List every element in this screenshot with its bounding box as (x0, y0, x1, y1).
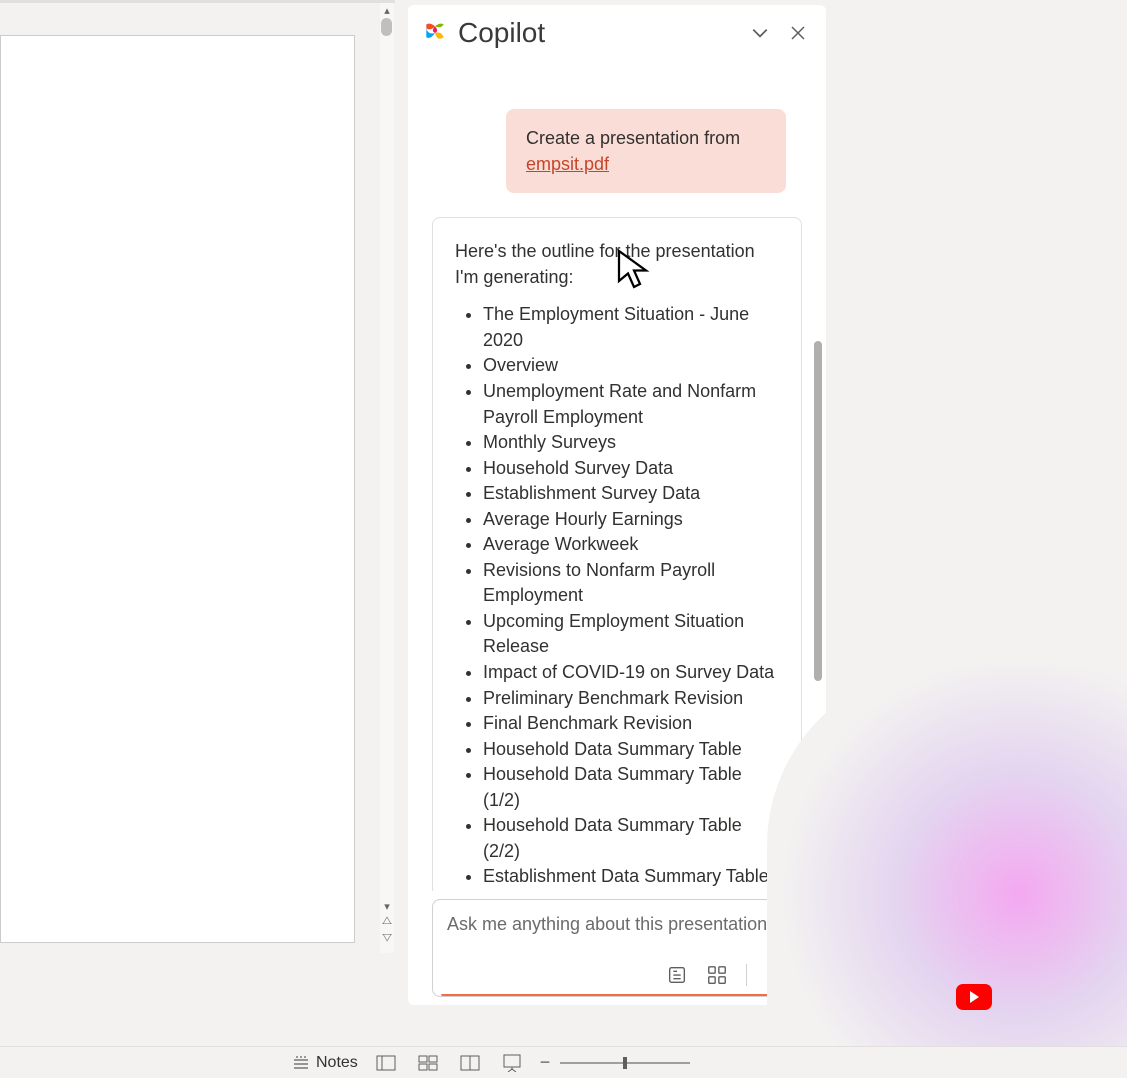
list-item: Impact of COVID-19 on Survey Data (483, 660, 779, 686)
chevron-down-icon (751, 24, 769, 42)
scroll-down-icon[interactable]: ▾ (384, 900, 390, 913)
reading-view-button[interactable] (458, 1053, 482, 1073)
notes-button[interactable]: Notes (292, 1054, 358, 1072)
slide-canvas[interactable] (0, 35, 355, 943)
zoom-slider[interactable] (560, 1062, 690, 1064)
zoom-slider-thumb[interactable] (623, 1057, 627, 1069)
view-buttons (374, 1053, 524, 1073)
list-item: Employment by Selected Industry (483, 890, 779, 891)
close-icon (790, 25, 806, 41)
webcam-overlay (767, 666, 1127, 1046)
list-item: Overview (483, 353, 779, 379)
list-item: Revisions to Nonfarm Payroll Employment (483, 558, 779, 609)
chat-input[interactable] (447, 914, 787, 935)
ai-intro-text: Here's the outline for the presentation … (455, 238, 779, 290)
toolbar-divider (746, 964, 747, 986)
status-bar: Notes − (0, 1046, 1127, 1078)
slide-sorter-button[interactable] (416, 1053, 440, 1073)
list-item: Final Benchmark Revision (483, 711, 779, 737)
list-item: The Employment Situation - June 2020 (483, 302, 779, 353)
list-item: Average Workweek (483, 532, 779, 558)
prompt-guide-icon[interactable] (666, 964, 688, 986)
copilot-title: Copilot (458, 17, 736, 49)
notes-label: Notes (316, 1054, 358, 1072)
youtube-icon (956, 984, 992, 1010)
list-item: Household Data Summary Table (1/2) (483, 762, 779, 813)
input-focus-underline (441, 994, 793, 996)
apps-icon[interactable] (706, 964, 728, 986)
chat-scrollbar-thumb[interactable] (814, 341, 822, 681)
list-item: Establishment Data Summary Table (483, 864, 779, 890)
close-button[interactable] (784, 19, 812, 47)
previous-slide-icon[interactable]: ⧍ (382, 915, 392, 928)
chat-input-box (432, 899, 802, 997)
copilot-logo-icon (422, 20, 448, 46)
user-message: Create a presentation from empsit.pdf (506, 109, 786, 193)
chat-area: Create a presentation from empsit.pdf He… (408, 61, 826, 891)
zoom-control: − (540, 1052, 691, 1073)
slide-scrollbar-track[interactable]: ▴ (380, 3, 394, 953)
ai-message: Here's the outline for the presentation … (432, 217, 802, 891)
list-item: Household Data Summary Table (483, 737, 779, 763)
outline-list: The Employment Situation - June 2020 Ove… (455, 302, 779, 891)
slide-scrollbar-thumb[interactable] (381, 18, 392, 36)
collapse-button[interactable] (746, 19, 774, 47)
ribbon-divider (0, 0, 395, 3)
zoom-out-button[interactable]: − (540, 1052, 551, 1073)
slide-nav-arrows: ▾ ⧍ ⧍ (380, 900, 394, 943)
normal-view-button[interactable] (374, 1053, 398, 1073)
list-item: Preliminary Benchmark Revision (483, 686, 779, 712)
list-item: Household Data Summary Table (2/2) (483, 813, 779, 864)
slideshow-button[interactable] (500, 1053, 524, 1073)
list-item: Household Survey Data (483, 456, 779, 482)
scroll-up-icon[interactable]: ▴ (380, 3, 394, 17)
next-slide-icon[interactable]: ⧍ (382, 930, 392, 943)
list-item: Average Hourly Earnings (483, 507, 779, 533)
list-item: Establishment Survey Data (483, 481, 779, 507)
list-item: Upcoming Employment Situation Release (483, 609, 779, 660)
list-item: Unemployment Rate and Nonfarm Payroll Em… (483, 379, 779, 430)
attachment-link[interactable]: empsit.pdf (526, 154, 609, 174)
notes-icon (292, 1055, 310, 1071)
user-message-text: Create a presentation from (526, 128, 740, 148)
list-item: Monthly Surveys (483, 430, 779, 456)
copilot-panel: Copilot Create a presentation from empsi… (408, 5, 826, 1005)
copilot-header: Copilot (408, 5, 826, 61)
